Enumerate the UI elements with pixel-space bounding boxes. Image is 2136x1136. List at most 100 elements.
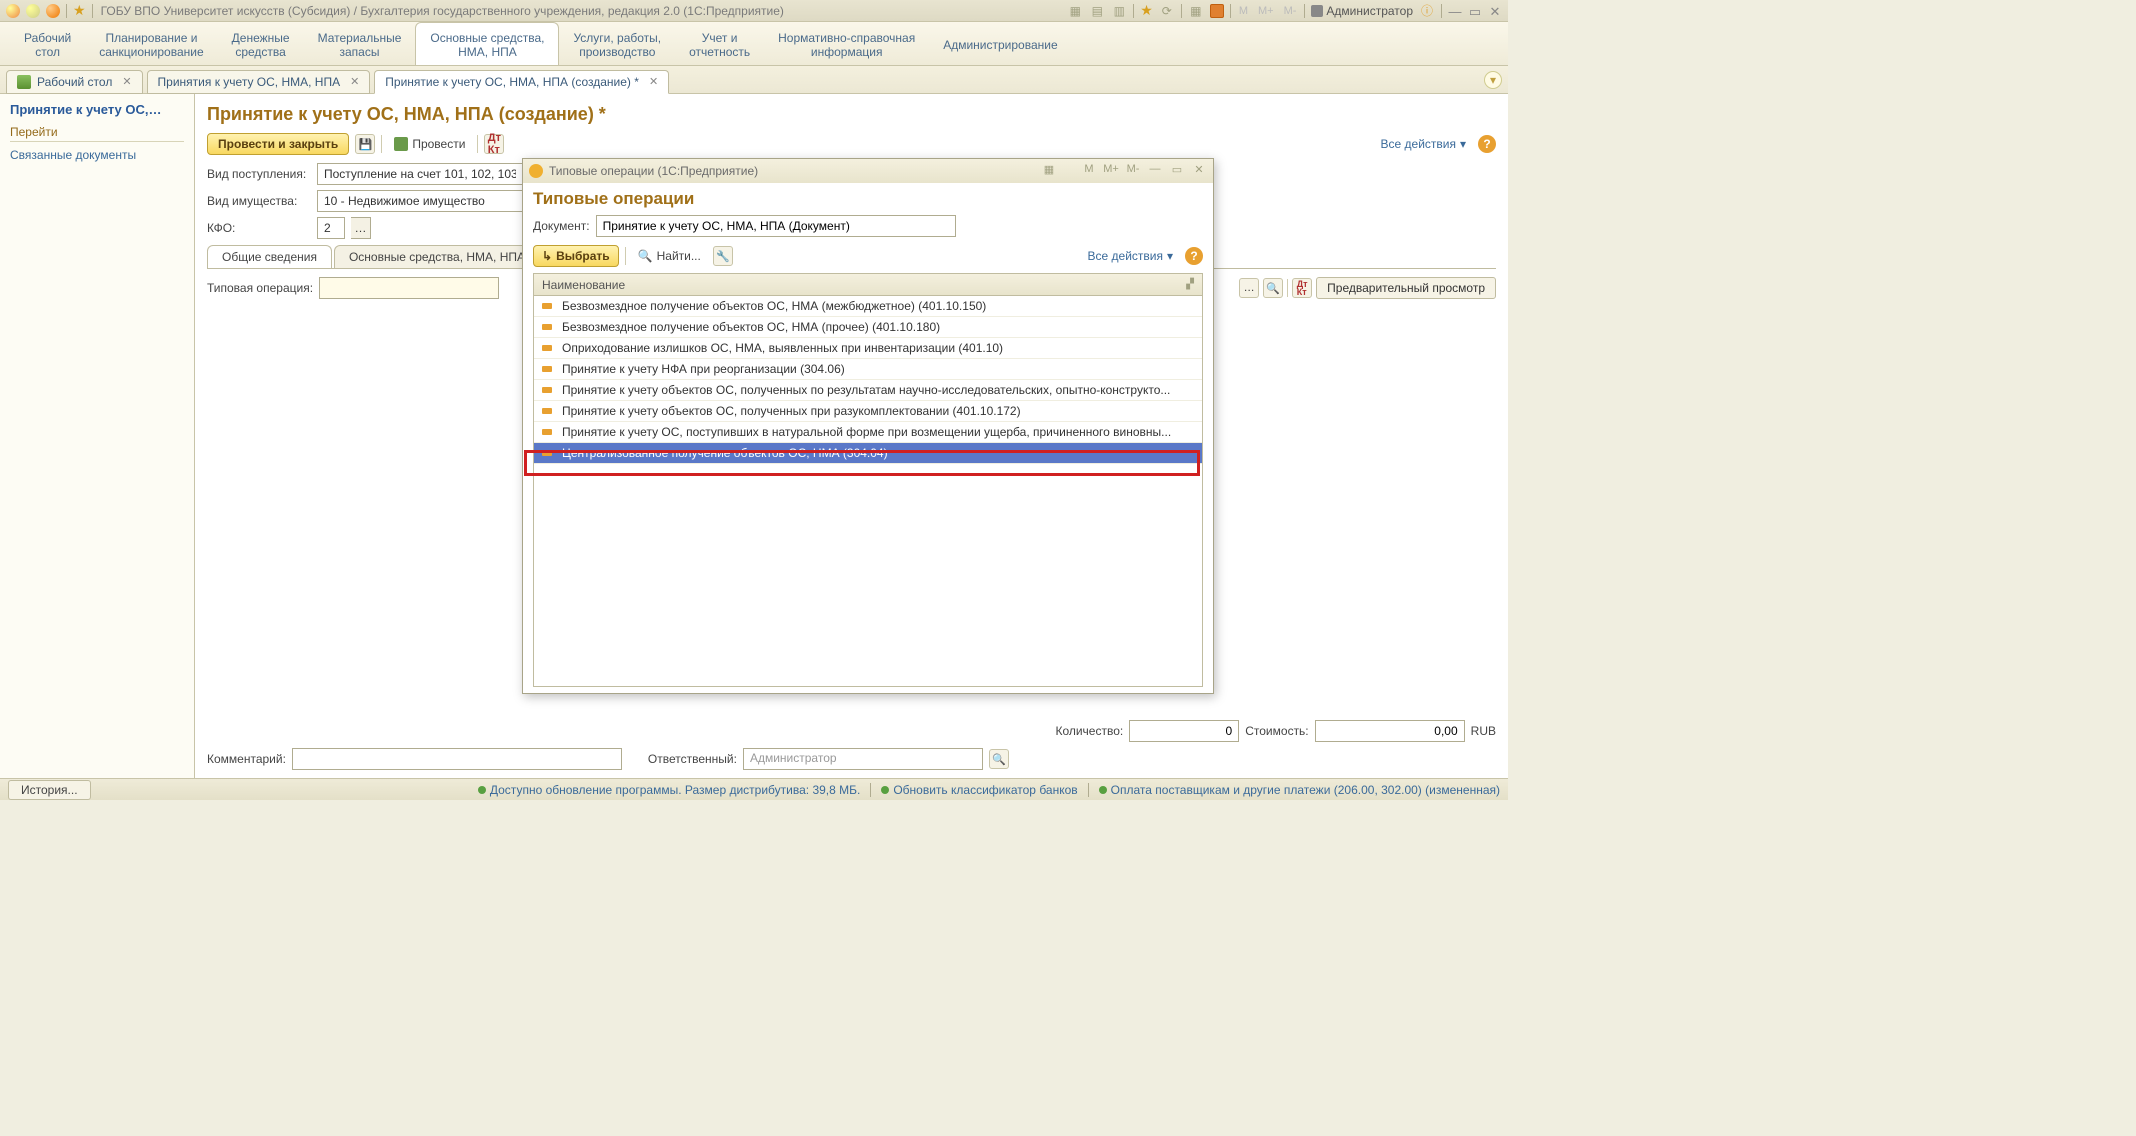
- mminus-button[interactable]: M-: [1282, 5, 1299, 17]
- toolbar-icon[interactable]: ▤: [1089, 3, 1105, 19]
- kfo-field[interactable]: [317, 217, 345, 239]
- all-actions-menu[interactable]: Все действия ▾: [1088, 249, 1174, 263]
- list-item[interactable]: Принятие к учету объектов ОС, полученных…: [534, 401, 1202, 422]
- dtkt-icon[interactable]: ДтКт: [1292, 278, 1312, 298]
- list-item[interactable]: Принятие к учету объектов ОС, полученных…: [534, 380, 1202, 401]
- star-icon[interactable]: ★: [1140, 2, 1153, 19]
- m-button[interactable]: M: [1237, 5, 1250, 17]
- expand-button[interactable]: ▾: [1484, 71, 1502, 89]
- info-icon[interactable]: ⓘ: [1419, 3, 1435, 19]
- section-tab[interactable]: Учет иотчетность: [675, 22, 764, 65]
- sub-tab[interactable]: Общие сведения: [207, 245, 332, 268]
- window-tab[interactable]: Принятие к учету ОС, НМА, НПА (создание)…: [374, 70, 669, 94]
- status-update[interactable]: Доступно обновление программы. Размер ди…: [478, 783, 860, 797]
- mplus-button[interactable]: M+: [1103, 163, 1119, 179]
- preview-button[interactable]: Предварительный просмотр: [1316, 277, 1496, 299]
- magnifier-icon: 🔍: [638, 249, 653, 263]
- kfo-label: КФО:: [207, 221, 311, 235]
- help-icon[interactable]: ?: [1478, 135, 1496, 153]
- status-bar: История... Доступно обновление программы…: [0, 778, 1508, 800]
- responsible-field[interactable]: Администратор: [743, 748, 983, 770]
- mplus-button[interactable]: M+: [1256, 5, 1276, 17]
- dtkt-icon[interactable]: ДтКт: [484, 134, 504, 154]
- magnifier-icon[interactable]: 🔍: [1263, 278, 1283, 298]
- post-and-close-button[interactable]: Провести и закрыть: [207, 133, 349, 155]
- toolbar-icon[interactable]: ▦: [1041, 163, 1057, 179]
- operations-list: Наименование ▞ Безвозмездное получение о…: [533, 273, 1203, 687]
- lookup-icon[interactable]: 🔍: [989, 749, 1009, 769]
- minimize-button[interactable]: —: [1147, 163, 1163, 179]
- typical-op-field[interactable]: [319, 277, 499, 299]
- list-item[interactable]: Принятие к учету ОС, поступивших в натур…: [534, 422, 1202, 443]
- section-tab[interactable]: Материальныезапасы: [304, 22, 416, 65]
- property-type-field[interactable]: [317, 190, 523, 212]
- calendar-icon[interactable]: [1210, 4, 1224, 18]
- select-button[interactable]: ↳Выбрать: [533, 245, 619, 267]
- quantity-field[interactable]: [1129, 720, 1239, 742]
- section-tab[interactable]: Рабочийстол: [10, 22, 85, 65]
- comment-field[interactable]: [292, 748, 622, 770]
- all-actions-menu[interactable]: Все действия ▾: [1381, 137, 1467, 151]
- close-button[interactable]: ✕: [1488, 4, 1502, 18]
- column-header[interactable]: Наименование ▞: [534, 274, 1202, 296]
- section-tab[interactable]: Администрирование: [929, 22, 1071, 65]
- lookup-icon[interactable]: …: [1239, 278, 1259, 298]
- clear-filter-icon[interactable]: 🔧: [713, 246, 733, 266]
- section-tab[interactable]: Основные средства,НМА, НПА: [415, 22, 559, 65]
- status-payment[interactable]: Оплата поставщикам и другие платежи (206…: [1099, 783, 1500, 797]
- close-tab-icon[interactable]: ✕: [350, 75, 359, 88]
- history-button[interactable]: История...: [8, 780, 91, 800]
- desktop-icon: [17, 75, 31, 89]
- list-item[interactable]: Оприходование излишков ОС, НМА, выявленн…: [534, 338, 1202, 359]
- dot-icon: [1099, 786, 1107, 794]
- dialog-title: Типовые операции (1С:Предприятие): [549, 164, 758, 178]
- help-icon[interactable]: ?: [1185, 247, 1203, 265]
- receipt-type-field[interactable]: [317, 163, 523, 185]
- close-tab-icon[interactable]: ✕: [649, 75, 658, 88]
- comment-label: Комментарий:: [207, 752, 286, 766]
- document-field[interactable]: [596, 215, 956, 237]
- favorite-star-icon[interactable]: ★: [73, 2, 86, 19]
- kfo-lookup-button[interactable]: …: [351, 217, 371, 239]
- app-logo-icon: [529, 164, 543, 178]
- window-tab[interactable]: Рабочий стол✕: [6, 70, 143, 94]
- close-tab-icon[interactable]: ✕: [122, 75, 131, 88]
- toolbar-icon[interactable]: ▦: [1067, 3, 1083, 19]
- related-docs-link[interactable]: Связанные документы: [10, 146, 184, 164]
- sub-tab[interactable]: Основные средства, НМА, НПА: [334, 245, 540, 268]
- arrow-icon: ↳: [542, 249, 552, 263]
- close-button[interactable]: ✕: [1191, 163, 1207, 179]
- list-item[interactable]: Безвозмездное получение объектов ОС, НМА…: [534, 296, 1202, 317]
- status-banks[interactable]: Обновить классификатор банков: [881, 783, 1077, 797]
- section-tab[interactable]: Планирование исанкционирование: [85, 22, 217, 65]
- cost-field[interactable]: [1315, 720, 1465, 742]
- section-tab[interactable]: Услуги, работы,производство: [559, 22, 675, 65]
- list-item[interactable]: Безвозмездное получение объектов ОС, НМА…: [534, 317, 1202, 338]
- list-item[interactable]: Централизованное получение объектов ОС, …: [534, 443, 1202, 464]
- post-button[interactable]: Провести: [388, 134, 471, 154]
- item-icon: [542, 364, 556, 374]
- history-icon[interactable]: ⟳: [1159, 3, 1175, 19]
- calendar-icon[interactable]: [1063, 165, 1075, 177]
- maximize-button[interactable]: ▭: [1468, 4, 1482, 18]
- find-button[interactable]: 🔍Найти...: [632, 246, 707, 266]
- toolbar-icon[interactable]: ▥: [1111, 3, 1127, 19]
- traffic-max-icon[interactable]: [46, 4, 60, 18]
- maximize-button[interactable]: ▭: [1169, 163, 1185, 179]
- traffic-min-icon[interactable]: [26, 4, 40, 18]
- traffic-red-icon[interactable]: [6, 4, 20, 18]
- window-title: ГОБУ ВПО Университет искусств (Субсидия)…: [101, 4, 784, 18]
- section-tab[interactable]: Нормативно-справочнаяинформация: [764, 22, 929, 65]
- user-icon: [1311, 5, 1323, 17]
- quantity-label: Количество:: [1055, 724, 1123, 738]
- m-button[interactable]: M: [1081, 163, 1097, 179]
- calc-icon[interactable]: ▦: [1188, 3, 1204, 19]
- window-tab[interactable]: Принятия к учету ОС, НМА, НПА✕: [147, 70, 371, 94]
- item-icon: [542, 448, 556, 458]
- section-tab[interactable]: Денежныесредства: [218, 22, 304, 65]
- list-item[interactable]: Принятие к учету НФА при реорганизации (…: [534, 359, 1202, 380]
- save-icon[interactable]: 💾: [355, 134, 375, 154]
- current-user[interactable]: Администратор: [1311, 4, 1413, 18]
- minimize-button[interactable]: —: [1448, 4, 1462, 18]
- mminus-button[interactable]: M-: [1125, 163, 1141, 179]
